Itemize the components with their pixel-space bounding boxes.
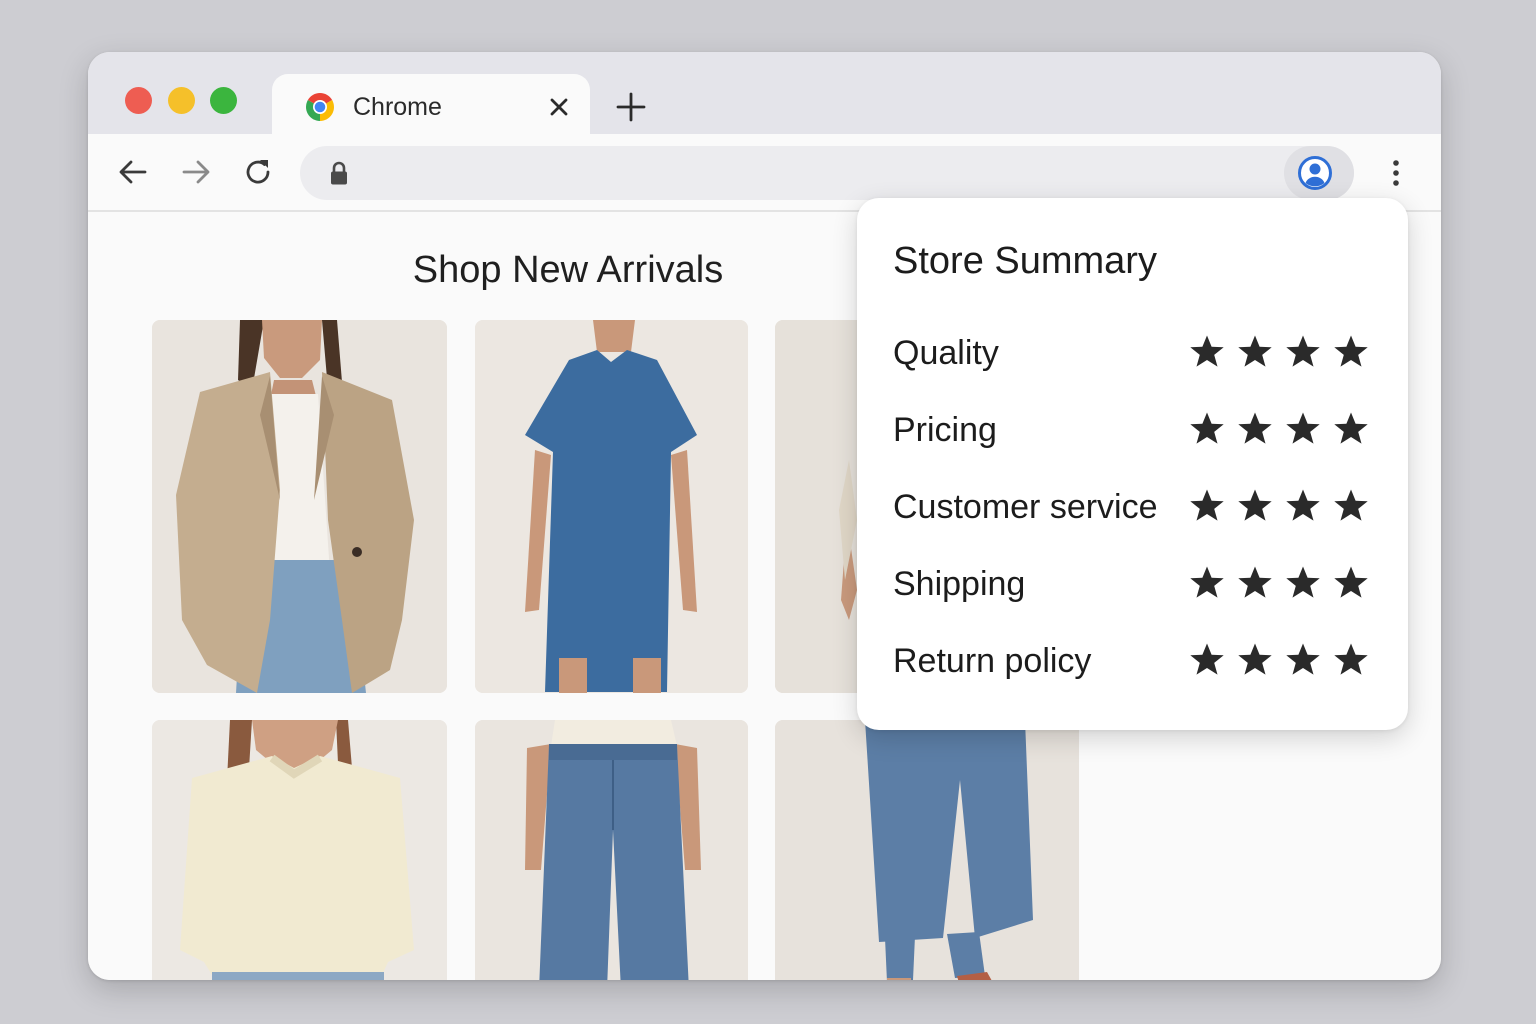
star-icon: [1190, 643, 1224, 675]
star-rating: [1189, 642, 1373, 678]
arrow-left-icon[interactable]: [116, 155, 150, 189]
store-summary-title: Store Summary: [893, 240, 1157, 282]
profile-icon: [1298, 156, 1332, 190]
chrome-logo-icon: [306, 93, 334, 121]
product-image: [152, 720, 447, 980]
reload-icon[interactable]: [241, 155, 275, 189]
star-icon: [1334, 489, 1368, 521]
product-image: [475, 320, 748, 693]
star-icon: [1190, 489, 1224, 521]
product-card[interactable]: [475, 720, 748, 980]
product-card[interactable]: [152, 720, 447, 980]
plus-icon[interactable]: [614, 90, 648, 124]
store-summary-panel: Store Summary Quality Pricing Customer ser…: [857, 198, 1408, 730]
star-icon: [1190, 566, 1224, 598]
star-icon: [1190, 412, 1224, 444]
star-icon: [1238, 335, 1272, 367]
star-icon: [1286, 489, 1320, 521]
page-title: Shop New Arrivals: [412, 249, 724, 291]
profile-button[interactable]: [1284, 146, 1354, 200]
tab-title: Chrome: [353, 93, 442, 121]
rating-label: Return policy: [893, 642, 1092, 680]
star-icon: [1238, 643, 1272, 675]
product-card[interactable]: [775, 720, 1079, 980]
star-icon: [1286, 566, 1320, 598]
tab-chrome[interactable]: Chrome: [272, 74, 590, 136]
star-rating: [1189, 565, 1373, 601]
rating-row: Customer service: [893, 482, 1373, 532]
kebab-menu-icon[interactable]: [1384, 156, 1408, 190]
star-icon: [1238, 489, 1272, 521]
close-window-button[interactable]: [125, 87, 152, 114]
product-card[interactable]: [475, 320, 748, 693]
star-icon: [1334, 643, 1368, 675]
star-icon: [1334, 335, 1368, 367]
close-icon[interactable]: [546, 94, 572, 120]
arrow-right-icon[interactable]: [179, 155, 213, 189]
star-icon: [1334, 566, 1368, 598]
minimize-window-button[interactable]: [168, 87, 195, 114]
star-icon: [1334, 412, 1368, 444]
star-rating: [1189, 488, 1373, 524]
star-icon: [1190, 335, 1224, 367]
rating-label: Pricing: [893, 411, 997, 449]
star-rating: [1189, 411, 1373, 447]
rating-label: Shipping: [893, 565, 1026, 603]
rating-label: Quality: [893, 334, 999, 372]
rating-label: Customer service: [893, 488, 1158, 526]
product-image: [775, 720, 1079, 980]
product-card[interactable]: [152, 320, 447, 693]
rating-row: Pricing: [893, 405, 1373, 455]
star-icon: [1286, 643, 1320, 675]
rating-row: Quality: [893, 328, 1373, 378]
tab-strip: Chrome: [88, 52, 1441, 136]
rating-row: Shipping: [893, 559, 1373, 609]
maximize-window-button[interactable]: [210, 87, 237, 114]
star-icon: [1238, 566, 1272, 598]
product-image: [475, 720, 748, 980]
star-icon: [1238, 412, 1272, 444]
star-icon: [1286, 412, 1320, 444]
product-image: [152, 320, 447, 693]
lock-icon: [331, 161, 347, 185]
address-bar[interactable]: [300, 146, 1354, 200]
star-rating: [1189, 334, 1373, 370]
star-icon: [1286, 335, 1320, 367]
rating-row: Return policy: [893, 636, 1373, 686]
